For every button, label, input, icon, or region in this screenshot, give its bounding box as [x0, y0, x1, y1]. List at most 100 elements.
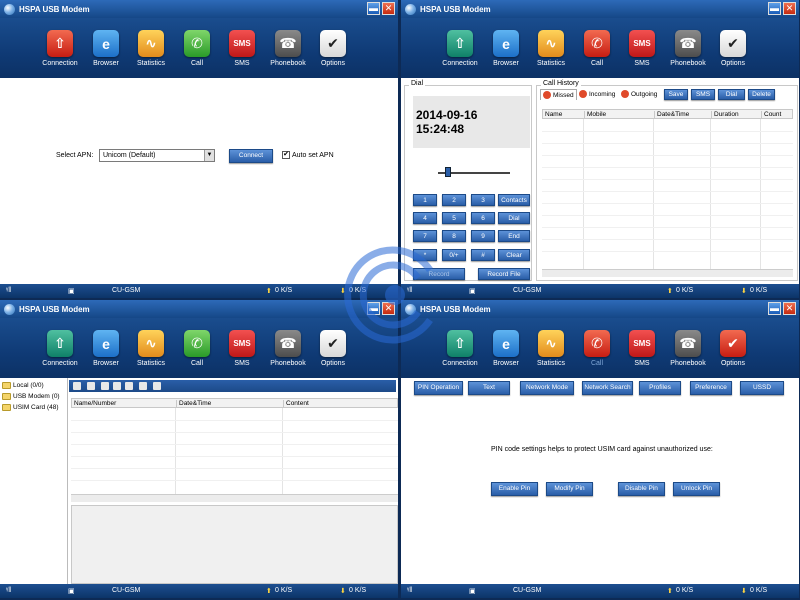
export-icon[interactable] [125, 382, 133, 390]
enable-pin-button[interactable]: Enable Pin [491, 482, 538, 496]
close-button[interactable]: ✕ [783, 2, 796, 15]
search-icon[interactable] [153, 382, 161, 390]
key-3[interactable]: 3 [471, 194, 495, 206]
delete-contact-icon[interactable] [87, 382, 95, 390]
tab-preference[interactable]: Preference [690, 381, 732, 395]
toolbar-browser[interactable]: e Browser [84, 330, 128, 367]
key-7[interactable]: 7 [413, 230, 437, 242]
horizontal-scrollbar[interactable] [542, 269, 793, 277]
toolbar-statistics[interactable]: ∿ Statistics [529, 30, 573, 67]
horizontal-scrollbar[interactable] [71, 494, 398, 502]
key-hash[interactable]: # [471, 249, 495, 261]
tab-incoming[interactable]: Incoming [579, 90, 615, 98]
new-contact-icon[interactable] [73, 382, 81, 390]
tab-missed[interactable]: Missed [540, 89, 577, 100]
key-9[interactable]: 9 [471, 230, 495, 242]
phone-icon: ✆ [584, 30, 610, 57]
toolbar-phonebook[interactable]: ☎ Phonebook [266, 30, 310, 67]
connect-button[interactable]: Connect [229, 149, 273, 163]
tree-item-usb-modem[interactable]: USB Modem (0) [2, 393, 60, 400]
key-5[interactable]: 5 [442, 212, 466, 224]
volume-slider-thumb[interactable] [445, 167, 451, 177]
call-panel: Dial 2014-09-16 15:24:48 1 2 3 Contacts … [401, 78, 799, 284]
col-duration: Duration [711, 111, 739, 119]
toolbar-sms[interactable]: SMS SMS [220, 330, 264, 367]
dial-button[interactable]: Dial [498, 212, 530, 224]
toolbar-statistics[interactable]: ∿ Statistics [529, 330, 573, 367]
key-4[interactable]: 4 [413, 212, 437, 224]
send-sms-icon[interactable] [101, 382, 109, 390]
toolbar-statistics[interactable]: ∿ Statistics [129, 30, 173, 67]
toolbar-call[interactable]: ✆ Call [175, 330, 219, 367]
record-button[interactable]: Record [413, 268, 465, 280]
key-star[interactable]: * [413, 249, 437, 261]
sms-button[interactable]: SMS [691, 89, 715, 100]
toolbar-call[interactable]: ✆ Call [575, 330, 619, 367]
tab-pin-operation[interactable]: PIN Operation [414, 381, 463, 395]
status-bar: ᵞ‖ ▣ CU-GSM ⬆ 0 K/S ⬇ 0 K/S [401, 584, 799, 598]
minimize-button[interactable]: ▬ [768, 2, 781, 15]
toolbar-connection[interactable]: ⇧ Connection [438, 30, 482, 67]
dial-history-button[interactable]: Dial [718, 89, 745, 100]
tab-profiles[interactable]: Profiles [639, 381, 681, 395]
key-2[interactable]: 2 [442, 194, 466, 206]
toolbar-connection[interactable]: ⇧ Connection [38, 30, 82, 67]
chevron-down-icon[interactable]: ▼ [204, 150, 214, 161]
key-1[interactable]: 1 [413, 194, 437, 206]
toolbar-call[interactable]: ✆ Call [575, 30, 619, 67]
clear-button[interactable]: Clear [498, 249, 530, 261]
tab-ussd[interactable]: USSD [740, 381, 784, 395]
toolbar-sms[interactable]: SMS SMS [220, 30, 264, 67]
toolbar-browser[interactable]: e Browser [84, 30, 128, 67]
disable-pin-button[interactable]: Disable Pin [618, 482, 665, 496]
toolbar-call[interactable]: ✆ Call [175, 30, 219, 67]
title-bar: HSPA USB Modem ▬ ✕ [401, 300, 799, 318]
close-button[interactable]: ✕ [382, 2, 395, 15]
delete-button[interactable]: Delete [748, 89, 775, 100]
close-button[interactable]: ✕ [783, 302, 796, 315]
toolbar-options[interactable]: ✔ Options [711, 30, 755, 67]
call-history-list[interactable] [542, 119, 793, 269]
apn-select[interactable]: Unicom (Default) ▼ [99, 149, 215, 162]
key-8[interactable]: 8 [442, 230, 466, 242]
record-file-button[interactable]: Record File [478, 268, 530, 280]
tab-network-mode[interactable]: Network Mode [520, 381, 574, 395]
toolbar-connection[interactable]: ⇧ Connection [438, 330, 482, 367]
toolbar-options[interactable]: ✔ Options [311, 30, 355, 67]
copy-icon[interactable] [139, 382, 147, 390]
import-icon[interactable] [113, 382, 121, 390]
tree-item-local[interactable]: Local (0/0) [2, 382, 44, 389]
tab-network-search[interactable]: Network Search [582, 381, 633, 395]
unlock-pin-button[interactable]: Unlock Pin [673, 482, 720, 496]
tree-item-usim-card[interactable]: USIM Card (48) [2, 404, 59, 411]
tab-outgoing[interactable]: Outgoing [621, 90, 657, 98]
end-button[interactable]: End [498, 230, 530, 242]
toolbar-statistics[interactable]: ∿ Statistics [129, 330, 173, 367]
key-6[interactable]: 6 [471, 212, 495, 224]
toolbar-sms[interactable]: SMS SMS [620, 330, 664, 367]
contacts-button[interactable]: Contacts [498, 194, 530, 206]
toolbar-options[interactable]: ✔ Options [711, 330, 755, 367]
tab-text[interactable]: Text [468, 381, 510, 395]
modify-pin-button[interactable]: Modify Pin [546, 482, 593, 496]
toolbar-browser[interactable]: e Browser [484, 30, 528, 67]
minimize-button[interactable]: ▬ [367, 302, 380, 315]
window-title: HSPA USB Modem [19, 4, 90, 14]
minimize-button[interactable]: ▬ [768, 302, 781, 315]
col-name-number: Name/Number [74, 400, 117, 407]
key-0-plus[interactable]: 0/+ [442, 249, 466, 261]
close-button[interactable]: ✕ [382, 302, 395, 315]
toolbar-phonebook[interactable]: ☎ Phonebook [266, 330, 310, 367]
toolbar-sms[interactable]: SMS SMS [620, 30, 664, 67]
save-button[interactable]: Save [664, 89, 688, 100]
toolbar-phonebook[interactable]: ☎ Phonebook [666, 330, 710, 367]
toolbar-browser[interactable]: e Browser [484, 330, 528, 367]
main-toolbar: ⇧ Connection e Browser ∿ Statistics ✆ Call S… [401, 318, 799, 378]
minimize-button[interactable]: ▬ [367, 2, 380, 15]
phonebook-list[interactable] [71, 408, 398, 494]
main-toolbar: ⇧ Connection e Browser ∿ Statistics ✆ Call S… [0, 318, 398, 378]
toolbar-phonebook[interactable]: ☎ Phonebook [666, 30, 710, 67]
auto-apn-checkbox[interactable]: ✔ [282, 151, 290, 159]
toolbar-connection[interactable]: ⇧ Connection [38, 330, 82, 367]
toolbar-options[interactable]: ✔ Options [311, 330, 355, 367]
